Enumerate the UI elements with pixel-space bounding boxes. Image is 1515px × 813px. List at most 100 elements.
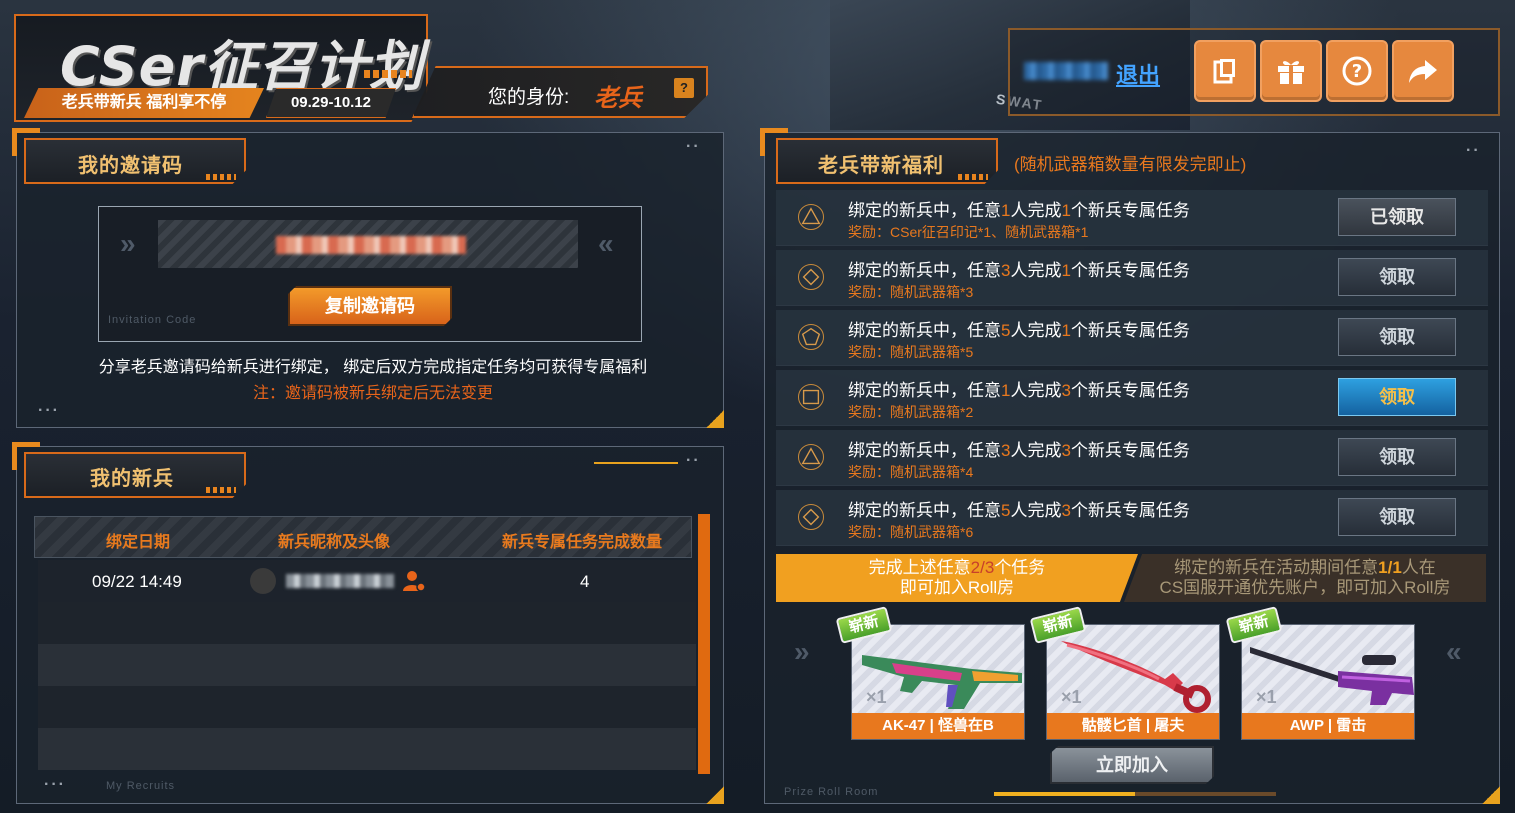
roll-left-progress: 2/3 (970, 558, 995, 577)
task-row: 绑定的新兵中，任意5人完成3个新兵专属任务 奖励：随机武器箱*6 领取 (776, 490, 1488, 546)
invite-description: 分享老兵邀请码给新兵进行绑定， 绑定后双方完成指定任务均可获得专属福利 (98, 359, 648, 376)
logout-link[interactable]: 退出 (1116, 58, 1160, 90)
copy-invite-code-button[interactable]: 复制邀请码 (288, 286, 452, 326)
dots-decoration: ·· (1466, 142, 1481, 159)
task-mission-count: 1 (1061, 201, 1071, 220)
prize-card-awp[interactable]: ×1 AWP | 雷击 (1241, 624, 1415, 740)
recruit-bind-date: 09/22 14:49 (92, 572, 182, 591)
roll-condition-tasks: 完成上述任意2/3个任务 即可加入Roll房 (776, 554, 1138, 602)
claim-button[interactable]: 领取 (1338, 378, 1456, 416)
task-row: 绑定的新兵中，任意1人完成3个新兵专属任务 奖励：随机武器箱*2 领取 (776, 370, 1488, 426)
task-description: 绑定的新兵中，任意1人完成1个新兵专属任务 (848, 196, 1190, 221)
title-stripe-decoration (206, 174, 236, 180)
task-description: 绑定的新兵中，任意5人完成1个新兵专属任务 (848, 316, 1190, 341)
task-row: 绑定的新兵中，任意3人完成3个新兵专属任务 奖励：随机武器箱*4 领取 (776, 430, 1488, 486)
recruits-title: 我的新兵 (90, 468, 174, 490)
carousel-progress-fill (994, 792, 1135, 796)
prize-card-ak47[interactable]: ×1 AK-47 | 怪兽在B (851, 624, 1025, 740)
table-row (38, 728, 696, 770)
prize-quantity: ×1 (866, 687, 887, 707)
help-button[interactable]: ? (1326, 40, 1388, 102)
roll-right-text-b: 人在 (1401, 558, 1436, 577)
task-badge-icon (798, 204, 824, 230)
dots-decoration: ·· (686, 138, 701, 155)
task-text-prefix: 绑定的新兵中，任意 (848, 501, 1001, 520)
line-decoration (594, 462, 678, 464)
title-stripe-decoration (206, 487, 236, 493)
title-stripe-decoration (958, 174, 988, 180)
roll-condition-account: 绑定的新兵在活动期间任意1/1人在 CS国服开通优先账户，即可加入Roll房 (1124, 554, 1486, 602)
roll-right-text-a: 绑定的新兵在活动期间任意 (1174, 558, 1379, 577)
task-description: 绑定的新兵中，任意3人完成1个新兵专属任务 (848, 256, 1190, 281)
recruits-scrollbar[interactable] (698, 514, 710, 774)
task-text-suffix: 个新兵专属任务 (1070, 381, 1190, 400)
task-reward: 奖励：随机武器箱*3 (848, 284, 974, 300)
claim-button[interactable]: 领取 (1338, 438, 1456, 476)
roll-left-text-a: 完成上述任意 (868, 558, 971, 577)
prize-name: 骷髅匕首 | 屠夫 (1047, 713, 1219, 739)
corner-decoration (706, 786, 724, 804)
identity-panel: 您的身份: 老兵 ? (412, 66, 708, 118)
table-row (38, 686, 696, 728)
task-text-mid: 人完成 (1010, 501, 1062, 520)
task-reward: 奖励：随机武器箱*6 (848, 524, 974, 540)
column-task-count: 新兵专属任务完成数量 (502, 534, 663, 551)
roll-left-text-b: 个任务 (994, 558, 1046, 577)
task-row: 绑定的新兵中，任意5人完成1个新兵专属任务奖励：随机武器箱*5 领取 (776, 310, 1488, 366)
share-button[interactable] (1392, 40, 1454, 102)
join-roll-room-button[interactable]: 立即加入 (1050, 746, 1214, 784)
roll-left-line2: 即可加入Roll房 (899, 578, 1015, 597)
claim-button[interactable]: 已领取 (1338, 198, 1456, 236)
prize-name: AK-47 | 怪兽在B (852, 713, 1024, 739)
task-mission-count: 3 (1061, 381, 1071, 400)
task-mission-count: 1 (1061, 261, 1071, 280)
prize-name: AWP | 雷击 (1242, 713, 1414, 739)
chevron-right-icon: » (120, 228, 136, 259)
task-badge-icon (798, 444, 824, 470)
gift-icon (1278, 61, 1304, 84)
carousel-prev-icon[interactable]: » (794, 636, 810, 668)
event-slogan: 老兵带新兵 福利享不停 (24, 88, 264, 118)
carousel-next-icon[interactable]: « (1446, 636, 1462, 668)
column-bind-date: 绑定日期 (106, 534, 171, 551)
dots-decoration: ··· (38, 402, 60, 419)
task-badge-icon (798, 384, 824, 410)
gift-button[interactable] (1260, 40, 1322, 102)
event-date-range: 09.29-10.12 (266, 88, 396, 118)
task-description: 绑定的新兵中，任意1人完成3个新兵专属任务 (848, 376, 1190, 401)
task-text-mid: 人完成 (1010, 201, 1062, 220)
dots-decoration: ··· (44, 776, 66, 793)
task-reward: 奖励：随机武器箱*5 (848, 344, 974, 360)
task-badge-icon (798, 504, 824, 530)
task-mission-count: 1 (1061, 321, 1071, 340)
recruits-watermark: My Recruits (106, 780, 176, 792)
task-description: 绑定的新兵中，任意3人完成3个新兵专属任务 (848, 436, 1190, 461)
column-nickname-avatar: 新兵昵称及头像 (278, 534, 391, 551)
task-mission-count: 3 (1061, 501, 1071, 520)
claim-button[interactable]: 领取 (1338, 498, 1456, 536)
prize-quantity: ×1 (1256, 687, 1277, 707)
invite-title: 我的邀请码 (78, 155, 183, 177)
help-icon[interactable]: ? (674, 78, 694, 98)
logo-stripe-decoration (364, 70, 412, 78)
task-reward: 奖励：CSer征召印记*1、随机武器箱*1 (848, 224, 1089, 240)
invite-watermark: Invitation Code (108, 314, 197, 326)
question-icon: ? (1342, 56, 1372, 86)
prize-quantity: ×1 (1061, 687, 1082, 707)
dots-decoration: ·· (686, 452, 701, 469)
task-text-prefix: 绑定的新兵中，任意 (848, 261, 1001, 280)
chevron-left-icon: « (598, 228, 614, 259)
task-text-prefix: 绑定的新兵中，任意 (848, 441, 1001, 460)
invite-code-blurred (276, 236, 466, 254)
task-text-suffix: 个新兵专属任务 (1070, 441, 1190, 460)
task-badge-icon (798, 324, 824, 350)
prize-card-skeleton-knife[interactable]: ×1 骷髅匕首 | 屠夫 (1046, 624, 1220, 740)
claim-button[interactable]: 领取 (1338, 258, 1456, 296)
corner-decoration (1482, 786, 1500, 804)
task-text-mid: 人完成 (1010, 381, 1062, 400)
rewards-title: 老兵带新福利 (818, 155, 944, 177)
claim-button[interactable]: 领取 (1338, 318, 1456, 356)
task-text-suffix: 个新兵专属任务 (1070, 321, 1190, 340)
task-text-mid: 人完成 (1010, 261, 1062, 280)
record-book-button[interactable] (1194, 40, 1256, 102)
